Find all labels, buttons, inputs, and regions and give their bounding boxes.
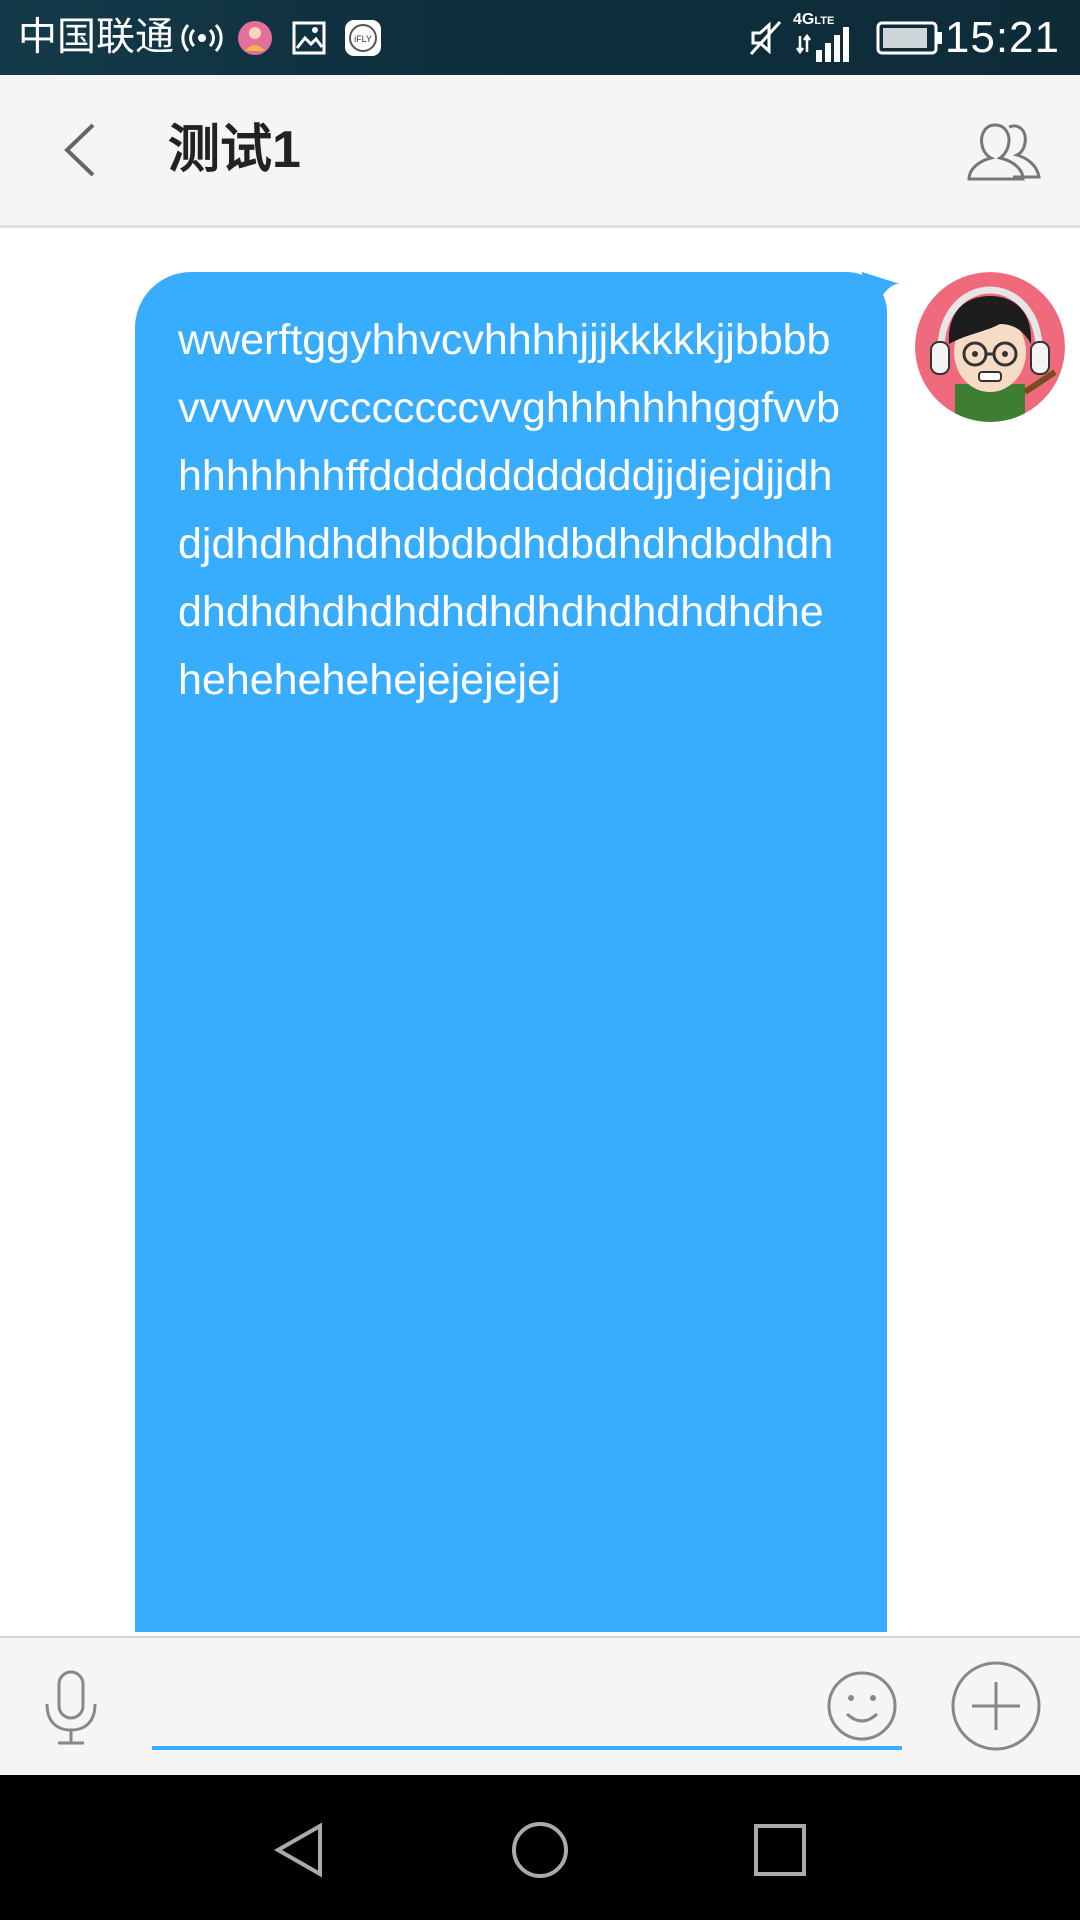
nav-home-button[interactable] — [510, 1820, 570, 1880]
app-notification-icon — [235, 16, 275, 60]
chat-header: 测试1 — [0, 75, 1080, 228]
user-avatar-image — [915, 272, 1065, 422]
chevron-left-icon — [64, 123, 95, 177]
back-button[interactable] — [55, 117, 115, 183]
carrier-name: 中国联通 — [18, 16, 175, 59]
battery-icon — [875, 16, 945, 60]
triangle-back-icon — [273, 1822, 322, 1878]
microphone-icon — [45, 1670, 97, 1745]
gallery-icon — [289, 16, 329, 60]
input-bar — [0, 1636, 1080, 1775]
status-bar: 中国联通 iFLY 4GLTE 15:21 — [0, 0, 1080, 75]
emoji-button[interactable] — [826, 1670, 898, 1742]
message-bubble[interactable]: wwerftggyhhvcvhhhhjjjkkkkkjjbbbbvvvvvvvc… — [135, 272, 887, 1632]
navigation-bar — [0, 1775, 1080, 1920]
signal-icon — [796, 22, 850, 66]
ifly-label: iFLY — [354, 34, 372, 44]
nav-back-button[interactable] — [270, 1820, 330, 1880]
hotspot-icon — [180, 16, 224, 60]
bubble-tail — [862, 272, 900, 312]
add-attachment-button[interactable] — [950, 1660, 1042, 1752]
clock: 15:21 — [944, 13, 1060, 62]
avatar[interactable] — [915, 272, 1065, 422]
chat-title: 测试1 — [168, 121, 301, 179]
square-recents-icon — [754, 1824, 806, 1876]
message-text: wwerftggyhhvcvhhhhjjjkkkkkjjbbbbvvvvvvvc… — [178, 316, 841, 704]
plus-circle-icon — [951, 1661, 1041, 1751]
nav-recents-button[interactable] — [750, 1820, 810, 1880]
ifly-icon: iFLY — [342, 16, 384, 60]
mute-icon — [742, 16, 788, 60]
circle-home-icon — [512, 1822, 568, 1878]
message-input[interactable] — [152, 1658, 902, 1750]
voice-button[interactable] — [38, 1668, 104, 1748]
group-members-icon — [967, 123, 1041, 181]
smiley-icon — [827, 1671, 897, 1741]
group-members-button[interactable] — [965, 115, 1045, 185]
